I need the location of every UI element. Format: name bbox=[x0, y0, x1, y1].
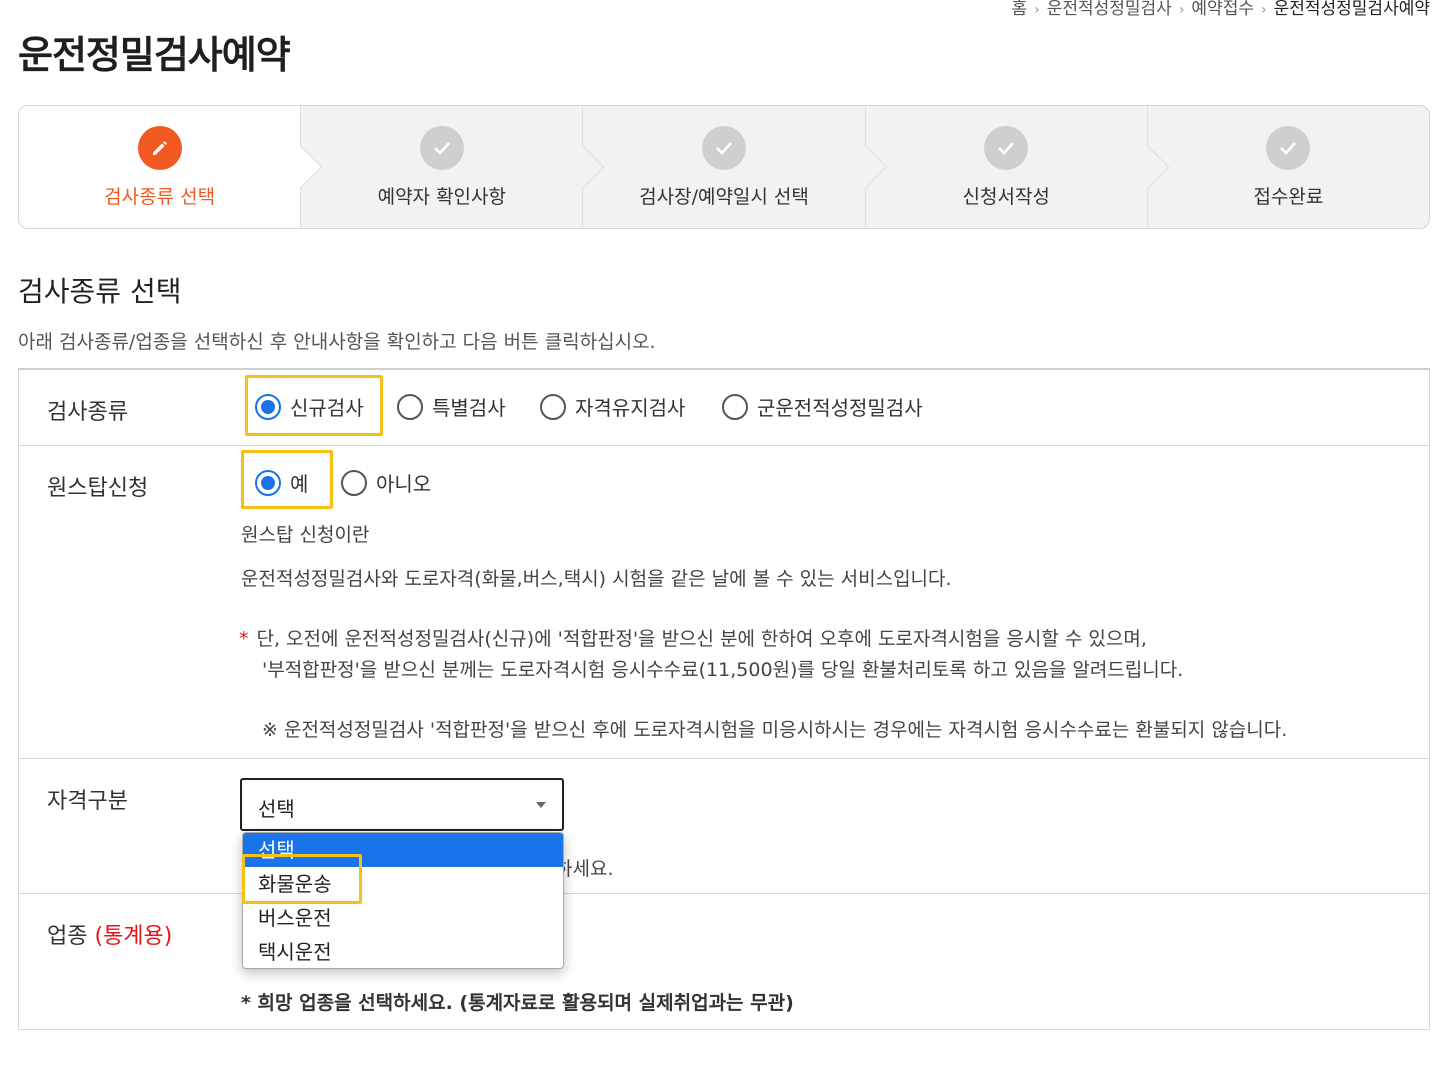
exam-type-label: 검사종류 bbox=[47, 400, 128, 425]
radio-onestop-yes[interactable]: 예 bbox=[255, 468, 308, 497]
notice-text: 단, 오전에 운전적성정밀검사(신규)에 '적합판정'을 받으신 분에 한하여 … bbox=[256, 628, 1147, 650]
step-label: 검사장/예약일시 선택 bbox=[639, 185, 809, 208]
industry-hint: * 희망 업종을 선택하세요. (통계자료로 활용되며 실제취업과는 무관) bbox=[241, 992, 794, 1014]
qualification-label: 자격구분 bbox=[47, 789, 128, 814]
chevron-down-icon bbox=[536, 802, 546, 808]
step-label: 예약자 확인사항 bbox=[377, 185, 506, 208]
radio-label: 예 bbox=[290, 472, 309, 496]
option-bus[interactable]: 버스운전 bbox=[243, 901, 563, 935]
step-label: 검사종류 선택 bbox=[104, 185, 216, 208]
breadcrumb: 홈 › 운전적성정밀검사 › 예약접수 › 운전적성정밀검사예약 bbox=[1011, 0, 1430, 19]
page-title: 운전정밀검사예약 bbox=[18, 33, 291, 77]
breadcrumb-level1[interactable]: 운전적성정밀검사 bbox=[1047, 0, 1172, 19]
option-taxi[interactable]: 택시운전 bbox=[243, 935, 563, 968]
chevron-right-icon: › bbox=[1260, 2, 1267, 18]
step-complete: 접수완료 bbox=[1146, 106, 1429, 228]
check-icon bbox=[984, 125, 1029, 170]
check-icon bbox=[702, 125, 746, 170]
qualification-select[interactable]: 선택 bbox=[240, 778, 564, 831]
breadcrumb-level2[interactable]: 예약접수 bbox=[1191, 0, 1254, 19]
radio-label: 신규검사 bbox=[290, 396, 364, 420]
onestop-row: 원스탑신청 예 아니오 원스탑 신청이란 운전적성정밀검사와 도로자격(화물,버… bbox=[19, 446, 1429, 759]
industry-label-text: 업종 bbox=[47, 924, 88, 949]
select-value: 선택 bbox=[258, 797, 295, 821]
radio-dot[interactable] bbox=[255, 393, 281, 420]
section-title: 검사종류 선택 bbox=[18, 275, 182, 308]
step-exam-type: 검사종류 선택 bbox=[19, 106, 323, 228]
step-center-datetime: 검사장/예약일시 선택 bbox=[582, 106, 887, 228]
required-star: * bbox=[239, 628, 249, 650]
step-label: 접수완료 bbox=[1253, 185, 1324, 208]
highlight-box bbox=[242, 854, 362, 904]
qualification-row: 자격구분 하세요. bbox=[19, 759, 1429, 894]
industry-label-suffix: (통계용) bbox=[94, 924, 173, 949]
radio-special-exam[interactable]: 특별검사 bbox=[397, 392, 506, 421]
step-indicator: 검사종류 선택 예약자 확인사항 검사장/예약일시 선택 신청서작성 접수완료 bbox=[18, 105, 1430, 229]
onestop-label: 원스탑신청 bbox=[47, 476, 149, 501]
onestop-info-text: 운전적성정밀검사와 도로자격(화물,버스,택시) 시험을 같은 날에 볼 수 있… bbox=[241, 568, 952, 590]
radio-dot[interactable] bbox=[255, 469, 281, 496]
onestop-notice-3: ※ 운전적성정밀검사 '적합판정'을 받으신 후에 도로자격시험을 미응시하시는… bbox=[262, 719, 1288, 741]
radio-label: 자격유지검사 bbox=[575, 396, 686, 420]
onestop-info-title: 원스탑 신청이란 bbox=[241, 524, 370, 546]
step-application: 신청서작성 bbox=[864, 106, 1170, 228]
radio-new-exam[interactable]: 신규검사 bbox=[255, 392, 364, 421]
exam-form: 검사종류 신규검사 특별검사 자격유지검사 군운전적성정밀검사 원스탑신청 예 … bbox=[18, 368, 1430, 1030]
check-icon bbox=[419, 125, 464, 170]
onestop-notice-2: '부적합판정'을 받으신 분께는 도로자격시험 응시수수료(11,500원)를 … bbox=[262, 659, 1184, 681]
onestop-notice-1: * 단, 오전에 운전적성정밀검사(신규)에 '적합판정'을 받으신 분에 한하여… bbox=[239, 624, 1147, 651]
radio-dot[interactable] bbox=[540, 393, 566, 420]
radio-label: 아니오 bbox=[376, 472, 432, 496]
exam-type-row: 검사종류 신규검사 특별검사 자격유지검사 군운전적성정밀검사 bbox=[19, 370, 1429, 446]
radio-maintenance-exam[interactable]: 자격유지검사 bbox=[540, 392, 685, 421]
section-description: 아래 검사종류/업종을 선택하신 후 안내사항을 확인하고 다음 버튼 클릭하십… bbox=[18, 331, 656, 353]
industry-label: 업종 (통계용) bbox=[47, 918, 172, 950]
radio-dot[interactable] bbox=[397, 393, 423, 420]
chevron-right-icon: › bbox=[1178, 2, 1185, 18]
pencil-icon bbox=[137, 125, 182, 170]
radio-dot[interactable] bbox=[341, 469, 367, 496]
step-reserver-check: 예약자 확인사항 bbox=[300, 106, 605, 228]
radio-military-exam[interactable]: 군운전적성정밀검사 bbox=[722, 392, 923, 421]
radio-dot[interactable] bbox=[722, 393, 748, 420]
breadcrumb-current: 운전적성정밀검사예약 bbox=[1273, 0, 1430, 19]
radio-label: 군운전적성정밀검사 bbox=[757, 396, 923, 420]
industry-row: 업종 (통계용) * 희망 업종을 선택하세요. (통계자료로 활용되며 실제취… bbox=[19, 894, 1429, 1030]
breadcrumb-home[interactable]: 홈 bbox=[1011, 0, 1027, 19]
radio-label: 특별검사 bbox=[432, 396, 506, 420]
radio-onestop-no[interactable]: 아니오 bbox=[341, 468, 431, 497]
check-icon bbox=[1266, 125, 1311, 170]
chevron-right-icon: › bbox=[1034, 2, 1040, 18]
step-label: 신청서작성 bbox=[962, 185, 1050, 208]
